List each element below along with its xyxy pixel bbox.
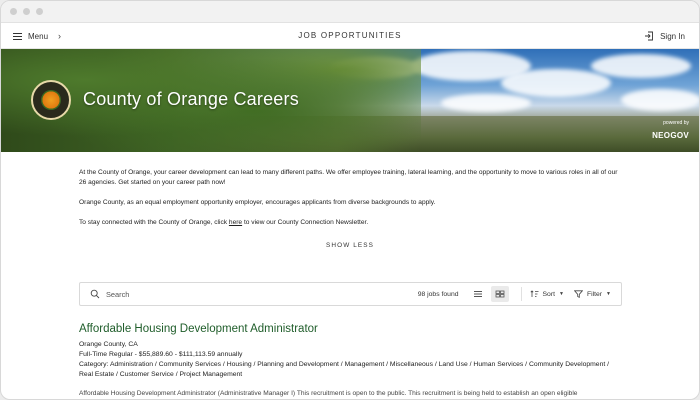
filter-dropdown[interactable]: Filter ▼: [573, 290, 611, 298]
window-dot: [10, 8, 17, 15]
list-view-icon: [473, 291, 482, 297]
sign-in-icon: [645, 31, 654, 41]
job-listing: Affordable Housing Development Administr…: [79, 323, 619, 399]
page-title: JOB OPPORTUNITIES: [298, 31, 402, 40]
intro-paragraph-3: To stay connected with the County of Ora…: [79, 218, 621, 228]
top-nav: Menu › JOB OPPORTUNITIES Sign In: [1, 23, 699, 49]
sign-in-label: Sign In: [660, 31, 685, 41]
chevron-down-icon: ▼: [558, 291, 564, 297]
filter-icon: [573, 290, 583, 298]
show-less-button[interactable]: SHOW LESS: [1, 242, 699, 249]
window-dot: [23, 8, 30, 15]
chevron-down-icon: ▼: [606, 291, 611, 297]
sort-dropdown[interactable]: Sort ▼: [530, 290, 564, 298]
newsletter-link[interactable]: here: [229, 219, 242, 226]
divider: [520, 287, 522, 301]
search-bar: 98 jobs found Sort ▼ Fi: [79, 282, 622, 306]
list-view-button[interactable]: [469, 286, 487, 302]
search-input[interactable]: [106, 289, 406, 299]
job-category: Category: Administration / Community Ser…: [79, 361, 610, 378]
sign-in-button[interactable]: Sign In: [644, 23, 685, 49]
county-seal-logo: [31, 80, 71, 120]
browser-chrome: [1, 1, 699, 23]
job-location: Orange County, CA: [79, 341, 138, 348]
job-title-link[interactable]: Affordable Housing Development Administr…: [79, 323, 619, 335]
job-type-salary: Full-Time Regular - $55,889.60 - $111,11…: [79, 351, 243, 358]
sort-icon: [530, 290, 539, 297]
hero-banner: County of Orange Careers powered by NEOG…: [1, 49, 699, 152]
powered-by-label: powered by: [663, 120, 689, 126]
intro-text: At the County of Orange, your career dev…: [1, 152, 621, 228]
hero-title: County of Orange Careers: [83, 89, 299, 109]
browser-window: Menu › JOB OPPORTUNITIES Sign In County …: [0, 0, 700, 400]
grid-view-icon: [495, 290, 504, 298]
intro-p3-after: to view our County Connection Newsletter…: [242, 219, 369, 226]
window-dot: [36, 8, 43, 15]
sort-label: Sort: [542, 290, 555, 298]
intro-p3-before: To stay connected with the County of Ora…: [79, 219, 229, 226]
filter-label: Filter: [586, 290, 603, 298]
job-description: Affordable Housing Development Administr…: [79, 390, 578, 397]
intro-paragraph-1: At the County of Orange, your career dev…: [79, 169, 618, 186]
neogov-badge: powered by NEOGOV: [652, 121, 689, 142]
intro-paragraph-2: Orange County, as an equal employment op…: [79, 199, 436, 206]
jobs-found-count: 98 jobs found: [417, 290, 459, 298]
search-icon: [90, 289, 100, 299]
neogov-logo: NEOGOV: [652, 131, 689, 140]
card-view-button[interactable]: [490, 286, 509, 302]
